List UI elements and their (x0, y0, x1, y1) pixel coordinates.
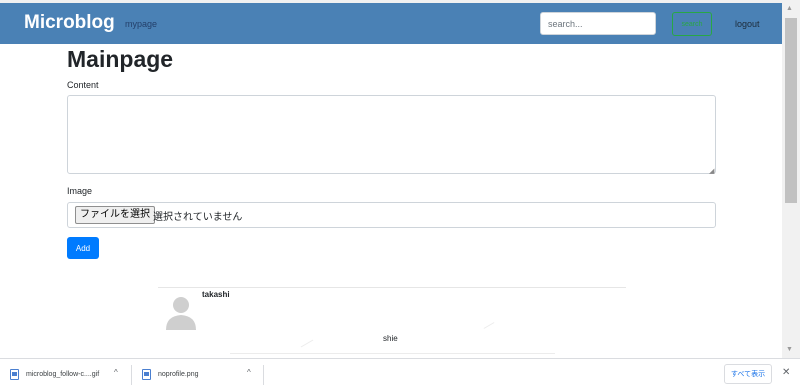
scroll-down-arrow-icon[interactable]: ▼ (786, 346, 793, 353)
scrollbar-thumb[interactable] (785, 18, 797, 203)
nav-link-mypage[interactable]: mypage (125, 19, 157, 29)
image-label: Image (67, 186, 93, 196)
search-input[interactable] (540, 12, 656, 35)
download-filename: microblog_follow-c....gif (26, 371, 100, 378)
close-icon[interactable]: ✕ (782, 367, 790, 378)
page-title: Mainpage (67, 46, 174, 72)
file-icon (10, 369, 19, 380)
content-label: Content (67, 80, 99, 90)
choose-file-button[interactable]: ファイルを選択 (75, 206, 155, 224)
file-icon (142, 369, 151, 380)
resize-grip-icon[interactable]: ◢ (709, 167, 714, 175)
chevron-up-icon[interactable]: ^ (247, 368, 251, 377)
download-filename: noprofile.png (158, 371, 199, 378)
image-file-input[interactable]: ファイルを選択 選択されていません (67, 202, 716, 228)
search-button[interactable]: search (672, 12, 712, 36)
add-button[interactable]: Add (67, 237, 99, 259)
download-bar: microblog_follow-c....gif ^ noprofile.pn… (0, 358, 800, 389)
post-content: shie (383, 334, 398, 343)
download-item[interactable]: noprofile.png (142, 359, 198, 389)
faint-mark (483, 322, 495, 329)
download-separator (131, 365, 132, 385)
post-author[interactable]: takashi (202, 290, 230, 299)
faint-mark (300, 339, 314, 348)
download-separator (263, 365, 264, 385)
download-item[interactable]: microblog_follow-c....gif (10, 359, 99, 389)
avatar (166, 297, 196, 330)
faint-divider (230, 353, 555, 354)
logout-link[interactable]: logout (735, 19, 760, 29)
scroll-up-arrow-icon[interactable]: ▲ (786, 5, 793, 12)
post-divider (158, 287, 626, 288)
content-textarea[interactable] (67, 95, 716, 174)
person-silhouette-icon (166, 297, 196, 330)
brand-logo[interactable]: Microblog (24, 12, 115, 34)
navbar: Microblog mypage search logout (0, 3, 782, 44)
file-status-text: 選択されていません (153, 212, 243, 223)
chevron-up-icon[interactable]: ^ (114, 368, 118, 377)
show-all-downloads-button[interactable]: すべて表示 (724, 364, 772, 384)
